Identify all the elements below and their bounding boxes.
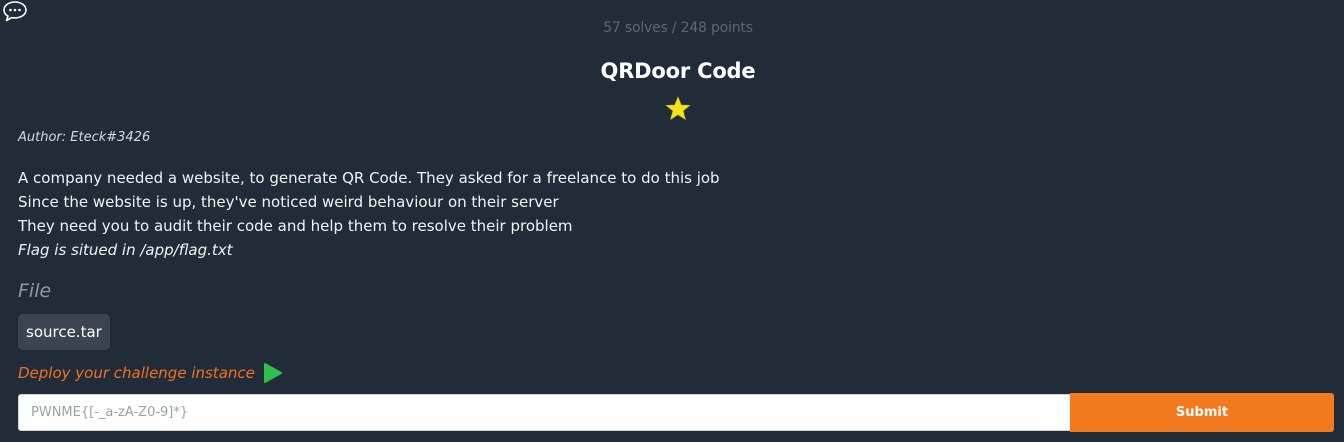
description-line: Since the website is up, they've noticed… bbox=[18, 193, 559, 211]
flag-input[interactable] bbox=[18, 394, 1071, 431]
description-line: They need you to audit their code and he… bbox=[18, 217, 573, 235]
star-icon bbox=[665, 96, 691, 121]
solves-points: 57 solves / 248 points bbox=[603, 20, 753, 36]
deploy-instance[interactable]: Deploy your challenge instance bbox=[18, 361, 283, 385]
flag-location-note: Flag is situed in /app/flag.txt bbox=[18, 241, 233, 259]
files-heading: File bbox=[18, 280, 52, 302]
description-line: A company needed a website, to generate … bbox=[18, 169, 720, 187]
challenge-page: 57 solves / 248 points QRDoor Code Autho… bbox=[0, 0, 1344, 442]
file-download-button[interactable]: source.tar bbox=[18, 314, 110, 350]
play-icon[interactable] bbox=[263, 362, 283, 384]
challenge-title: QRDoor Code bbox=[600, 59, 756, 83]
chat-bubble-icon[interactable] bbox=[2, 0, 28, 22]
challenge-description: A company needed a website, to generate … bbox=[18, 166, 720, 262]
submit-button[interactable]: Submit bbox=[1070, 393, 1334, 432]
challenge-author: Author: Eteck#3426 bbox=[18, 130, 151, 145]
deploy-label[interactable]: Deploy your challenge instance bbox=[18, 364, 255, 382]
